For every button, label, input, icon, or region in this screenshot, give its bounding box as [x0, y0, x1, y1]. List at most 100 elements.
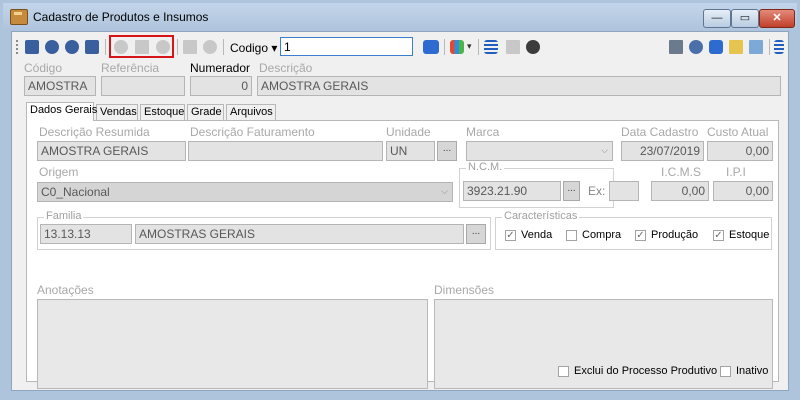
unidade-field[interactable]: UN [386, 141, 435, 161]
anotacoes-label: Anotações [37, 283, 94, 297]
descricao-label: Descrição [259, 61, 313, 75]
maximize-button[interactable]: ▭ [731, 9, 759, 28]
origem-select[interactable]: C0_Nacional ⌵ [37, 182, 453, 202]
toolbar: Codigo ▾ ▾ [12, 32, 788, 62]
data-cadastro-label: Data Cadastro [621, 125, 699, 139]
icms-label: I.C.M.S [661, 165, 702, 179]
producao-label: Produção [651, 229, 699, 241]
tab-vendas[interactable]: Vendas [96, 104, 138, 120]
title-bar[interactable]: Cadastro de Produtos e Insumos — ▭ ✕ [3, 3, 797, 31]
familia-lookup-button[interactable]: ... [466, 224, 486, 244]
codigo-field[interactable]: AMOSTRA [24, 76, 96, 96]
user-icon[interactable] [749, 40, 763, 54]
money-icon[interactable] [669, 40, 683, 54]
previous-record-icon[interactable] [45, 40, 59, 54]
origem-label: Origem [39, 165, 79, 179]
marca-label: Marca [466, 125, 500, 139]
toolbar-separator [769, 39, 770, 55]
note-icon[interactable] [729, 40, 743, 54]
desc-faturamento-label: Descrição Faturamento [190, 125, 315, 139]
familia-group: Familia 13.13.13 AMOSTRAS GERAIS ... [37, 210, 491, 250]
numerador-field[interactable]: 0 [190, 76, 252, 96]
numerador-label: Numerador [190, 61, 251, 75]
data-cadastro-field[interactable]: 23/07/2019 [621, 141, 704, 161]
toolbar-grip-icon[interactable] [16, 40, 18, 55]
ncm-lookup-button[interactable]: ... [563, 181, 580, 201]
ex-label: Ex: [588, 184, 606, 198]
chart-dropdown-icon[interactable]: ▾ [467, 41, 472, 52]
grid-view-icon[interactable] [423, 40, 439, 54]
familia-code-field[interactable]: 13.13.13 [40, 224, 132, 244]
familia-label: Familia [44, 210, 84, 222]
inativo-label: Inativo [736, 365, 769, 377]
ncm-group: N.C.M. 3923.21.90 ... Ex: [459, 161, 614, 208]
add-icon[interactable] [114, 40, 128, 54]
edit-icon[interactable] [135, 40, 149, 54]
venda-checkbox[interactable]: ✓ [505, 230, 516, 241]
undo-icon[interactable] [203, 40, 217, 54]
chevron-down-icon: ⌵ [601, 145, 608, 155]
caracteristicas-label: Características [502, 210, 580, 222]
last-record-icon[interactable] [85, 40, 99, 54]
venda-label: Venda [521, 229, 553, 241]
custo-atual-label: Custo Atual [707, 125, 769, 139]
list-icon[interactable] [484, 40, 498, 54]
familia-desc-field[interactable]: AMOSTRAS GERAIS [135, 224, 464, 244]
dados-gerais-panel: Descrição Resumida AMOSTRA GERAIS Descri… [26, 120, 779, 389]
tab-arquivos[interactable]: Arquivos [226, 104, 276, 120]
ncm-label: N.C.M. [466, 161, 505, 173]
referencia-label: Referência [101, 61, 160, 75]
ipi-field[interactable]: 0,00 [713, 181, 773, 201]
custo-atual-field[interactable]: 0,00 [707, 141, 773, 161]
people-icon[interactable] [689, 40, 703, 54]
descricao-field[interactable]: AMOSTRA GERAIS [257, 76, 781, 96]
ex-field[interactable] [609, 181, 639, 201]
close-button[interactable]: ✕ [759, 9, 795, 28]
dimensoes-label: Dimensões [434, 283, 495, 297]
referencia-field[interactable] [101, 76, 185, 96]
toolbar-separator [223, 39, 224, 55]
search-field-selector[interactable]: Codigo ▾ [230, 41, 277, 55]
unidade-lookup-button[interactable]: ... [437, 141, 457, 161]
app-window: Cadastro de Produtos e Insumos — ▭ ✕ Cod… [0, 0, 800, 400]
code-search-input[interactable] [280, 37, 413, 56]
toolbar-separator [478, 39, 479, 55]
first-record-icon[interactable] [25, 40, 39, 54]
menu-icon[interactable] [774, 40, 784, 54]
tab-estoque[interactable]: Estoque [140, 104, 185, 120]
chevron-down-icon: ⌵ [441, 186, 448, 196]
tab-grade[interactable]: Grade [187, 104, 224, 120]
ipi-label: I.P.I [726, 165, 746, 179]
producao-checkbox[interactable]: ✓ [635, 230, 646, 241]
ncm-field[interactable]: 3923.21.90 [463, 181, 561, 201]
codigo-label: Código [24, 61, 63, 75]
unidade-label: Unidade [386, 125, 431, 139]
exclui-processo-checkbox[interactable] [558, 366, 569, 377]
window-title: Cadastro de Produtos e Insumos [33, 10, 209, 24]
toolbar-separator [105, 39, 106, 55]
minimize-button[interactable]: — [703, 9, 731, 28]
compra-checkbox[interactable] [566, 230, 577, 241]
desc-faturamento-field[interactable] [188, 141, 383, 161]
toolbar-separator [177, 39, 178, 55]
estoque-checkbox[interactable]: ✓ [713, 230, 724, 241]
icms-field[interactable]: 0,00 [651, 181, 709, 201]
caracteristicas-group: Características ✓ Venda Compra ✓ Produçã… [495, 210, 772, 250]
exclui-processo-label: Exclui do Processo Produtivo [574, 365, 718, 377]
chart-icon[interactable] [450, 40, 464, 54]
save-icon[interactable] [183, 40, 197, 54]
tab-dados-gerais[interactable]: Dados Gerais [26, 102, 97, 121]
client-area: Codigo ▾ ▾ Código AMOSTRA Referência Num… [11, 31, 789, 391]
document-icon[interactable] [506, 40, 520, 54]
settings-icon[interactable] [526, 40, 540, 54]
compra-label: Compra [582, 229, 622, 241]
next-record-icon[interactable] [65, 40, 79, 54]
delete-icon[interactable] [156, 40, 170, 54]
marca-select[interactable]: ⌵ [466, 141, 613, 161]
anotacoes-textarea[interactable] [37, 299, 428, 389]
window-icon[interactable] [709, 40, 723, 54]
inativo-checkbox[interactable] [720, 366, 731, 377]
estoque-label: Estoque [729, 229, 770, 241]
desc-resumida-label: Descrição Resumida [39, 125, 150, 139]
desc-resumida-field[interactable]: AMOSTRA GERAIS [37, 141, 186, 161]
